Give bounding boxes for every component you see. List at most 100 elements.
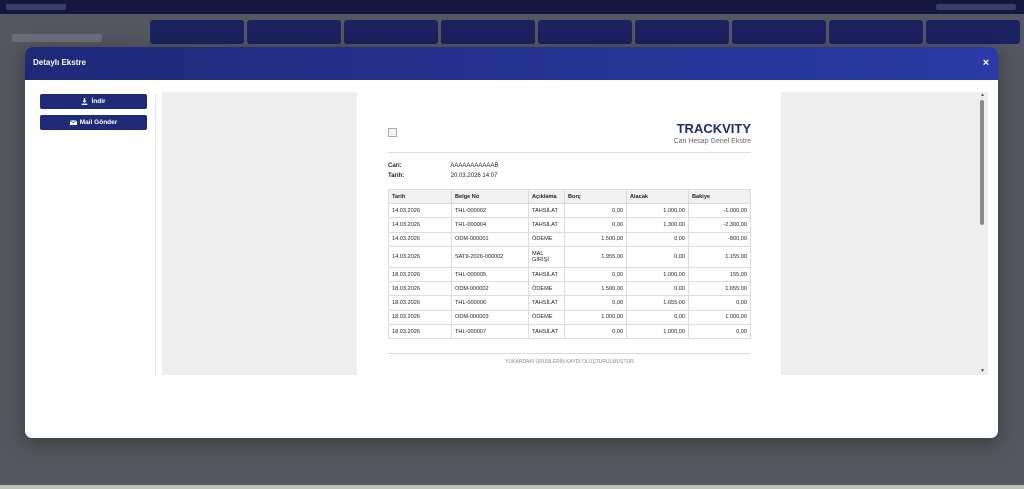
mail-send-button[interactable]: Mail Gönder [40, 115, 147, 130]
table-row: 14.03.2026 THL-000002 TAHSİLAT 0,00 1.00… [388, 202, 751, 219]
column-header-date: Tarih [388, 189, 452, 204]
table-header-row: Tarih Belge No Açıklama Borç Alacak Baki… [388, 189, 751, 204]
cell-balance: 0,00 [688, 295, 751, 311]
cell-description: TAHSİLAT [528, 217, 565, 233]
cell-credit: 1.000,00 [626, 324, 689, 340]
cell-date: 18.03.2026 [388, 295, 452, 311]
broken-image-icon [388, 128, 397, 137]
cell-balance: 1.000,00 [688, 309, 751, 326]
table-row: 18.03.2026 THL-000007 TAHSİLAT 0,00 1.00… [388, 324, 751, 340]
cell-description: MAL GİRİŞİ [528, 245, 565, 268]
cell-credit: 0,00 [626, 281, 689, 297]
cell-credit: 0,00 [626, 231, 689, 247]
cell-description: TAHSİLAT [528, 266, 565, 283]
cell-balance: 155,00 [688, 266, 751, 283]
cell-date: 14.03.2026 [388, 202, 452, 219]
table-row: 18.03.2026 ODM-000003 ÖDEME 1.000,00 0,0… [388, 309, 751, 326]
cell-description: TAHSİLAT [528, 202, 565, 219]
cell-debit: 1.955,00 [564, 245, 627, 268]
column-header-debit: Borç [564, 189, 627, 204]
background-user-info [936, 4, 1016, 10]
column-header-credit: Alacak [626, 189, 689, 204]
table-row: 18.03.2026 ODM-000002 ÖDEME 1.500,00 0,0… [388, 281, 751, 297]
download-button-label: İndir [91, 98, 106, 105]
download-button[interactable]: İndir [40, 94, 147, 109]
cell-credit: 0,00 [626, 245, 689, 268]
background-app-title [6, 4, 66, 10]
account-label: Cari: [388, 163, 402, 169]
cell-document-no: THL-000007 [451, 324, 529, 340]
table-row: 14.03.2026 SAT9-2026-000002 MAL GİRİŞİ 1… [388, 245, 751, 268]
statement-modal: Detaylı Ekstre × İndir Mail Gönder TRACK… [25, 47, 998, 438]
cell-debit: 0,00 [564, 217, 627, 233]
cell-balance: -2.300,00 [688, 217, 751, 233]
background-tabs [150, 20, 1020, 44]
cell-document-no: THL-000002 [451, 202, 529, 219]
cell-description: TAHSİLAT [528, 324, 565, 340]
modal-header: Detaylı Ekstre × [25, 47, 998, 80]
divider [388, 353, 751, 354]
document-subtitle: Cari Hesap Genel Ekstre [673, 138, 751, 145]
cell-date: 14.03.2026 [388, 217, 452, 233]
preview-scrollbar[interactable]: ▲ ▼ [978, 92, 987, 375]
cell-credit: 1.655,00 [626, 295, 689, 311]
cell-description: ÖDEME [528, 309, 565, 326]
cell-balance: 1.155,00 [688, 245, 751, 268]
cell-debit: 0,00 [564, 324, 627, 340]
date-label: Tarih: [388, 173, 405, 179]
cell-debit: 1.000,00 [564, 309, 627, 326]
cell-document-no: THL-000004 [451, 217, 529, 233]
background-topbar [0, 0, 1024, 14]
vertical-divider [155, 94, 156, 377]
cell-document-no: ODM-000002 [451, 281, 529, 297]
table-row: 14.03.2026 ODM-000001 ÖDEME 1.500,00 0,0… [388, 231, 751, 247]
modal-title: Detaylı Ekstre [33, 58, 86, 67]
cell-document-no: THL-000005 [451, 266, 529, 283]
cell-document-no: THL-000006 [451, 295, 529, 311]
cell-debit: 1.500,00 [564, 231, 627, 247]
close-icon[interactable]: × [980, 57, 992, 69]
column-header-balance: Bakiye [688, 189, 751, 204]
account-info-row: Cari: AAAAAAAAAAAB [388, 163, 498, 169]
cell-description: ÖDEME [528, 231, 565, 247]
column-header-document-no: Belge No [451, 189, 529, 204]
cell-debit: 0,00 [564, 295, 627, 311]
statement-table: Tarih Belge No Açıklama Borç Alacak Baki… [388, 189, 751, 340]
divider [388, 152, 751, 153]
cell-balance: 1.655,00 [688, 281, 751, 297]
scrollbar-thumb[interactable] [980, 100, 984, 225]
cell-debit: 1.500,00 [564, 281, 627, 297]
table-row: 18.03.2026 THL-000006 TAHSİLAT 0,00 1.65… [388, 295, 751, 311]
document-footnote: YUKARDAKİ ÜRÜNLERİN KAYDI OLUŞTURULMUŞTU… [505, 359, 634, 365]
cell-description: ÖDEME [528, 281, 565, 297]
cell-credit: 1.300,00 [626, 217, 689, 233]
cell-date: 14.03.2026 [388, 231, 452, 247]
account-value: AAAAAAAAAAAB [450, 163, 499, 169]
cell-balance: -1.000,00 [688, 202, 751, 219]
date-value: 20.03.2026 14:07 [450, 173, 498, 179]
column-header-description: Açıklama [528, 189, 565, 204]
scroll-down-icon[interactable]: ▼ [979, 368, 986, 375]
date-info-row: Tarih: 20.03.2026 14:07 [388, 173, 497, 179]
cell-date: 14.03.2026 [388, 245, 452, 268]
cell-date: 18.03.2026 [388, 281, 452, 297]
cell-date: 18.03.2026 [388, 324, 452, 340]
cell-document-no: ODM-000003 [451, 309, 529, 326]
cell-credit: 1.000,00 [626, 202, 689, 219]
scroll-up-icon[interactable]: ▲ [979, 92, 986, 99]
download-icon [82, 98, 88, 105]
background-sidebar-title [12, 34, 102, 42]
modal-body: İndir Mail Gönder TRACKVITY Cari Hesap G… [25, 80, 998, 386]
cell-document-no: SAT9-2026-000002 [451, 245, 529, 268]
cell-debit: 0,00 [564, 266, 627, 283]
background-footer [0, 485, 1024, 489]
mail-icon [69, 120, 77, 125]
table-row: 14.03.2026 THL-000004 TAHSİLAT 0,00 1.30… [388, 217, 751, 233]
cell-debit: 0,00 [564, 202, 627, 219]
cell-balance: -800,00 [688, 231, 751, 247]
cell-balance: 0,00 [688, 324, 751, 340]
mail-send-button-label: Mail Gönder [79, 119, 118, 126]
company-brand: TRACKVITY [676, 121, 751, 136]
document-preview[interactable]: TRACKVITY Cari Hesap Genel Ekstre Cari: … [162, 92, 988, 375]
cell-date: 18.03.2026 [388, 266, 452, 283]
